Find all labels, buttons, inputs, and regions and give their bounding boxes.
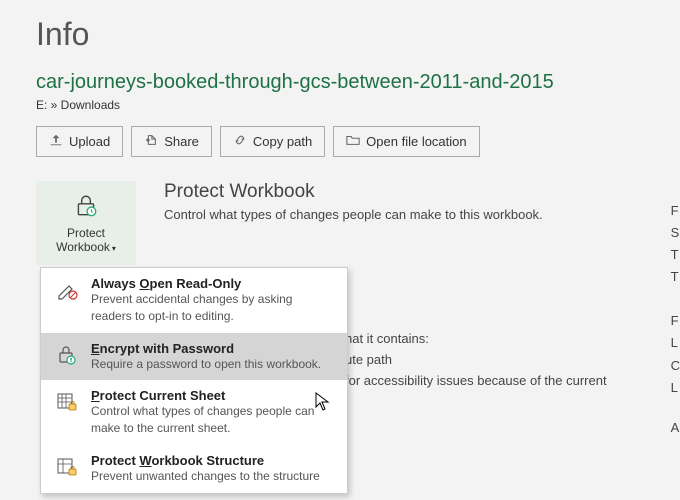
menu-protect-sheet-desc: Control what types of changes people can… [91, 403, 335, 437]
share-label: Share [164, 134, 199, 149]
lock-icon [73, 193, 99, 222]
share-button[interactable]: Share [131, 126, 212, 157]
menu-read-only-desc: Prevent accidental changes by asking rea… [91, 291, 335, 325]
open-location-label: Open file location [366, 134, 466, 149]
link-icon [233, 133, 247, 150]
menu-protect-structure[interactable]: Protect Workbook Structure Prevent unwan… [41, 445, 347, 493]
share-icon [144, 133, 158, 150]
protect-section-body: Protect Workbook Control what types of c… [164, 181, 543, 265]
upload-icon [49, 133, 63, 150]
inspect-partial-text: hat it contains: ute path for accessibil… [345, 329, 607, 391]
menu-protect-structure-desc: Prevent unwanted changes to the structur… [91, 468, 335, 485]
protect-heading: Protect Workbook [164, 181, 543, 203]
structure-lock-icon [53, 453, 81, 479]
menu-encrypt-title: Encrypt with Password [91, 341, 335, 356]
menu-read-only[interactable]: Always Open Read-Only Prevent accidental… [41, 268, 347, 333]
menu-protect-sheet-title: Protect Current Sheet [91, 388, 335, 403]
upload-button[interactable]: Upload [36, 126, 123, 157]
menu-protect-sheet[interactable]: Protect Current Sheet Control what types… [41, 380, 347, 445]
sheet-lock-icon [53, 388, 81, 414]
lock-key-icon [53, 341, 81, 367]
protect-workbook-button[interactable]: ProtectWorkbook▾ [36, 181, 136, 265]
upload-label: Upload [69, 134, 110, 149]
pencil-icon [53, 276, 81, 302]
toolbar: Upload Share Copy path Open file locatio… [0, 126, 680, 181]
file-name: car-journeys-booked-through-gcs-between-… [0, 57, 680, 96]
protect-workbook-dropdown: Always Open Read-Only Prevent accidental… [40, 267, 348, 494]
copy-path-button[interactable]: Copy path [220, 126, 325, 157]
open-location-button[interactable]: Open file location [333, 126, 479, 157]
page-title: Info [0, 0, 680, 57]
menu-protect-structure-title: Protect Workbook Structure [91, 453, 335, 468]
menu-read-only-title: Always Open Read-Only [91, 276, 335, 291]
menu-encrypt-desc: Require a password to open this workbook… [91, 356, 335, 373]
copy-path-label: Copy path [253, 134, 312, 149]
right-panel-partial: F S T T F L C L A [671, 200, 680, 439]
menu-encrypt-password[interactable]: Encrypt with Password Require a password… [41, 333, 347, 381]
folder-icon [346, 133, 360, 150]
breadcrumb: E: » Downloads [0, 96, 680, 126]
protect-desc: Control what types of changes people can… [164, 207, 543, 222]
